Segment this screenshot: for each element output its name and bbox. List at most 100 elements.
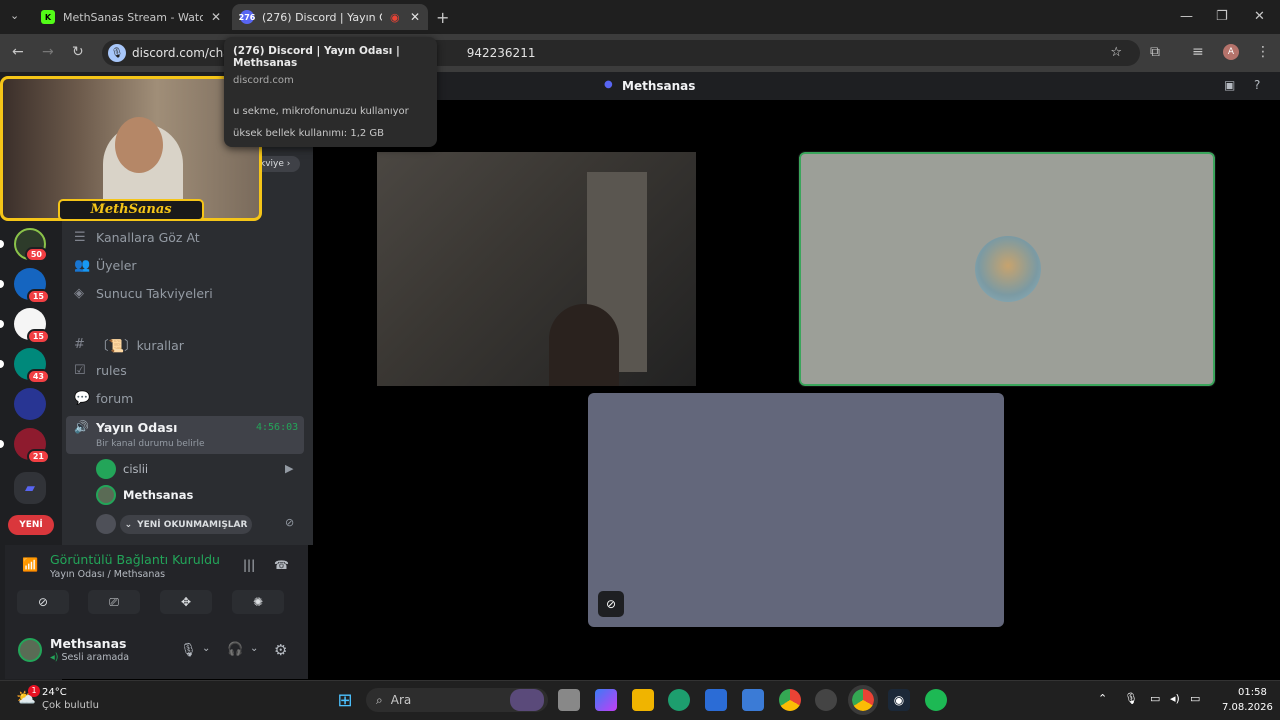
help-icon[interactable]: ? <box>1254 78 1260 92</box>
reload-icon[interactable]: ↻ <box>72 44 84 60</box>
obs-icon[interactable] <box>815 689 837 711</box>
muted-mic-icon: ⊘ <box>598 591 624 617</box>
signal-icon[interactable]: 📶 <box>22 558 38 573</box>
channel-rules[interactable]: ☑ rules <box>74 363 127 378</box>
user-status: ◂) Sesli aramada <box>50 652 129 663</box>
server-icon-3[interactable]: 15 <box>14 308 50 344</box>
video-tile-blank[interactable]: ⊘ <box>588 393 1004 627</box>
kick-icon: K <box>41 10 55 24</box>
close-window-icon[interactable]: ✕ <box>1254 9 1265 24</box>
hover-card-domain: discord.com <box>233 75 294 86</box>
mail-icon[interactable] <box>742 689 764 711</box>
new-unreads-button[interactable]: ⌄ YENİ OKUNMAMIŞLAR <box>120 515 252 534</box>
back-icon[interactable]: ← <box>12 44 24 60</box>
new-tab-icon[interactable]: + <box>436 8 449 27</box>
noise-suppression-icon[interactable]: ||| <box>243 558 255 572</box>
avatar <box>975 236 1041 302</box>
new-unreads-badge[interactable]: YENİ <box>8 515 54 535</box>
streamer-name-label: MethSanas <box>58 199 204 221</box>
video-tile-speaking[interactable] <box>798 151 1216 387</box>
windows-start-icon[interactable]: ⊞ <box>334 689 356 711</box>
chrome-active-icon[interactable] <box>848 685 878 715</box>
task-view-icon[interactable] <box>558 689 580 711</box>
steam-icon[interactable]: ◉ <box>888 689 910 711</box>
server-icon-4[interactable]: 43 <box>14 348 50 384</box>
media-controls-icon[interactable]: ≡ <box>1192 44 1204 60</box>
camera-off-icon: ⊘ <box>37 595 49 609</box>
chevron-down-icon[interactable]: ⌄ <box>250 643 258 654</box>
server-icon-6[interactable]: 21 <box>14 428 50 464</box>
activities-button[interactable]: ✥ <box>160 590 212 614</box>
tab-discord[interactable]: 276 (276) Discord | Yayın Odası ◉ ✕ <box>232 4 428 30</box>
battery-icon[interactable]: ▭ <box>1190 692 1200 705</box>
spotify-icon[interactable] <box>925 689 947 711</box>
connection-status[interactable]: Görüntülü Bağlantı Kuruldu <box>50 552 220 567</box>
connection-location[interactable]: Yayın Odası / Methsanas <box>50 569 165 580</box>
channel-status-setter[interactable]: Bir kanal durumu belirle <box>96 439 205 449</box>
tab-title: MethSanas Stream - Watch Live <box>63 10 203 24</box>
chevron-down-icon[interactable]: ⌄ <box>202 643 210 654</box>
screen-share-button[interactable]: ⎚ <box>88 590 140 614</box>
menu-icon[interactable]: ⋮ <box>1256 44 1270 60</box>
inbox-icon[interactable]: ▣ <box>1224 78 1235 92</box>
microphone-icon[interactable]: 🎙 <box>108 44 126 62</box>
person-silhouette <box>549 304 619 386</box>
server-icon-5[interactable] <box>14 388 46 420</box>
volume-icon[interactable]: ◂) <box>1170 692 1180 705</box>
members-item[interactable]: 👥 Üyeler <box>74 258 137 273</box>
browse-channels-item[interactable]: ☰ Kanallara Göz At <box>74 230 200 245</box>
rules-icon: ☑ <box>74 363 86 378</box>
edge-icon[interactable] <box>668 689 690 711</box>
store-icon[interactable] <box>705 689 727 711</box>
tab-search-dropdown-icon[interactable]: ⌄ <box>10 9 19 22</box>
close-tab-icon[interactable]: ✕ <box>410 10 420 24</box>
gear-icon[interactable]: ⚙ <box>274 641 287 659</box>
camera-toggle-button[interactable]: ⊘ <box>17 590 69 614</box>
server-icon-2[interactable]: 15 <box>14 268 50 304</box>
tab-title: (276) Discord | Yayın Odası <box>262 10 382 24</box>
microphone-icon[interactable]: 🎙 <box>1124 692 1138 705</box>
soundboard-button[interactable]: ✺ <box>232 590 284 614</box>
tab-kick[interactable]: K MethSanas Stream - Watch Live ✕ <box>33 4 229 30</box>
clock-time[interactable]: 01:58 <box>1238 687 1267 698</box>
channel-label: Kanallara Göz At <box>96 230 200 245</box>
clock-date[interactable]: 7.08.2026 <box>1222 702 1273 713</box>
forward-icon[interactable]: → <box>42 44 54 60</box>
members-icon: 👥 <box>74 258 91 273</box>
mention-badge: 15 <box>26 329 50 344</box>
channel-forum[interactable]: 💬 forum <box>74 391 133 406</box>
minimize-icon[interactable]: — <box>1180 9 1193 24</box>
profile-avatar[interactable]: A <box>1223 44 1239 60</box>
mention-badge: 21 <box>26 449 50 464</box>
channel-label: Sunucu Takviyeleri <box>96 286 213 301</box>
mention-badge: 15 <box>26 289 50 304</box>
extensions-icon[interactable]: ⧉ <box>1150 44 1160 60</box>
voice-status-icon: ◂) <box>50 652 59 663</box>
activities-icon: ✥ <box>180 595 192 609</box>
disconnect-icon[interactable]: ☎ <box>274 558 289 572</box>
maximize-icon[interactable]: ❐ <box>1216 9 1228 24</box>
server-boosts-item[interactable]: ◈ Sunucu Takviyeleri <box>74 286 213 301</box>
video-tile-camera[interactable] <box>377 152 696 386</box>
tray-overflow-icon[interactable]: ⌃ <box>1098 692 1107 705</box>
channel-label: Üyeler <box>96 258 137 273</box>
avatar[interactable] <box>18 638 42 662</box>
chrome-icon[interactable] <box>779 689 801 711</box>
muted-icon: ⊘ <box>285 516 295 529</box>
boost-label: kviye <box>260 159 284 169</box>
folder-icon[interactable]: ▰ <box>14 472 46 504</box>
copilot-icon[interactable] <box>595 689 617 711</box>
microphone-icon[interactable]: 🎙 <box>180 643 197 658</box>
network-icon[interactable]: ▭ <box>1150 692 1160 705</box>
bookmark-star-icon[interactable]: ☆ <box>1110 45 1122 60</box>
tab-hover-card: (276) Discord | Yayın Odası | Methsanas … <box>224 37 437 147</box>
file-explorer-icon[interactable] <box>632 689 654 711</box>
weather-temp: 24°C <box>42 687 67 698</box>
search-highlight-icon[interactable] <box>510 689 544 711</box>
headphones-icon[interactable]: 🎧 <box>227 642 243 657</box>
server-icon-1[interactable]: 50 <box>14 228 48 262</box>
voice-user[interactable]: Methsanas <box>96 485 193 505</box>
close-tab-icon[interactable]: ✕ <box>211 10 221 24</box>
channel-kurallar[interactable]: # 〔📜〕kurallar <box>74 335 184 354</box>
voice-user[interactable]: cislii <box>96 459 148 479</box>
